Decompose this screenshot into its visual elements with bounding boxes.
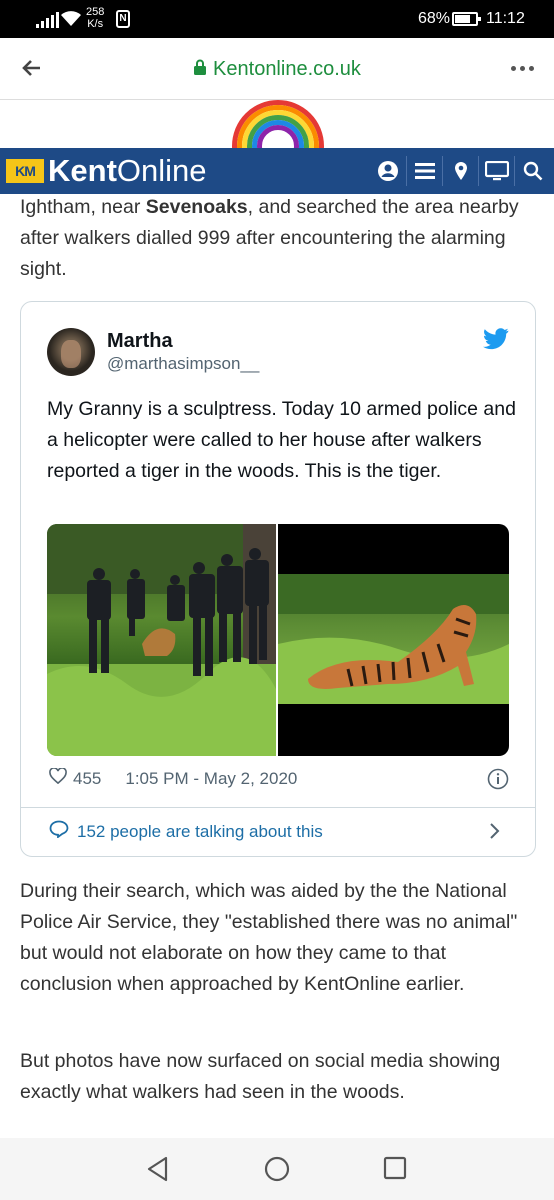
network-speed: 258 K/s [86, 6, 104, 30]
wifi-icon [60, 9, 82, 32]
rainbow-graphic [232, 100, 324, 148]
heart-icon[interactable] [49, 767, 67, 789]
brand-bold: Kent [48, 153, 117, 188]
status-bar: 258 K/s N 68% 11:12 [0, 0, 554, 38]
site-header: KM KentOnline [0, 148, 554, 194]
avatar[interactable] [47, 328, 95, 376]
tiger-sculpture-photo[interactable] [278, 524, 509, 756]
battery-percent: 68% [418, 10, 451, 27]
tv-icon[interactable] [478, 156, 514, 186]
like-count[interactable]: 455 [73, 769, 101, 789]
para-top-pre: Ightham, near [20, 196, 146, 218]
lock-icon [193, 58, 207, 81]
article-paragraph: But photos have now surfaced on social m… [20, 1050, 501, 1103]
home-circle-icon[interactable] [264, 1156, 290, 1187]
tweet-text: My Granny is a sculptress. Today 10 arme… [47, 398, 516, 482]
site-brand[interactable]: KentOnline [48, 153, 207, 189]
tweet-divider [21, 807, 535, 808]
signal-icon [36, 12, 59, 28]
battery-icon [452, 12, 481, 26]
more-options-icon[interactable] [511, 66, 534, 71]
tweet-timestamp[interactable]: 1:05 PM - May 2, 2020 [125, 769, 297, 789]
url-text: Kentonline.co.uk [213, 58, 361, 80]
menu-icon[interactable] [406, 156, 442, 186]
nfc-icon: N [116, 10, 130, 28]
km-logo[interactable]: KM [6, 159, 44, 183]
url-display[interactable]: Kentonline.co.uk [0, 58, 554, 81]
system-navigation-bar [0, 1138, 554, 1200]
embedded-tweet[interactable]: Martha @marthasimpson__ My Granny is a s… [20, 301, 536, 857]
recents-square-icon[interactable] [383, 1156, 407, 1185]
chevron-right-icon[interactable] [489, 822, 501, 845]
tweet-stats: 455 1:05 PM - May 2, 2020 [49, 767, 297, 789]
location-pin-icon[interactable] [442, 156, 478, 186]
twitter-bird-icon[interactable] [483, 328, 509, 355]
police-photo[interactable] [47, 524, 276, 756]
conversation-label: 152 people are talking about this [77, 821, 323, 841]
search-icon[interactable] [514, 156, 550, 186]
back-triangle-icon[interactable] [146, 1156, 170, 1187]
speech-bubble-icon [49, 820, 69, 843]
browser-url-bar: Kentonline.co.uk [0, 38, 554, 100]
tweet-author-name[interactable]: Martha [107, 330, 173, 353]
conversation-link[interactable]: 152 people are talking about this [49, 820, 323, 843]
tweet-author-handle[interactable]: @marthasimpson__ [107, 354, 259, 374]
clock: 11:12 [486, 10, 525, 27]
account-icon[interactable] [370, 156, 406, 186]
brand-light: Online [116, 153, 207, 188]
para-top-bold[interactable]: Sevenoaks [146, 196, 248, 218]
tweet-media[interactable] [47, 524, 509, 756]
article-paragraph: Ightham, near Sevenoaks, and searched th… [20, 192, 540, 285]
info-icon[interactable] [487, 768, 509, 795]
article-paragraph: During their search, which was aided by … [20, 880, 518, 995]
speed-value: 258 [86, 6, 105, 18]
speed-unit: K/s [87, 18, 104, 30]
header-icons [370, 156, 550, 186]
